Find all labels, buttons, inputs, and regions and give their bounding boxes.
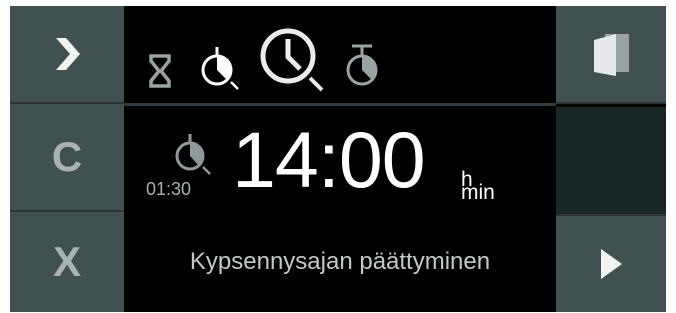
hourglass-icon[interactable] [148,53,172,89]
unit-minutes: min [461,181,495,204]
chevron-right-icon [56,38,80,70]
separator [556,102,666,104]
cancel-label: X [52,238,81,285]
end-time-value[interactable]: 14:00 [232,120,426,199]
stopwatch-icon[interactable] [344,43,380,89]
empty-cell [556,107,666,214]
cooking-end-small-icon [175,134,211,175]
cancel-button[interactable]: X [10,212,124,312]
play-icon [601,249,622,279]
door-button[interactable] [556,6,666,102]
door-icon [594,34,629,76]
clear-label: C [51,133,83,180]
duration-value: 01:30 [146,179,192,199]
cooking-end-clock-icon[interactable] [199,44,243,90]
start-button[interactable] [556,216,666,312]
divider-line [124,103,556,106]
next-button[interactable] [10,6,124,102]
clock-icon[interactable] [258,26,328,94]
mode-caption: Kypsennysajan päättyminen [189,248,491,275]
clear-button[interactable]: C [10,104,124,210]
